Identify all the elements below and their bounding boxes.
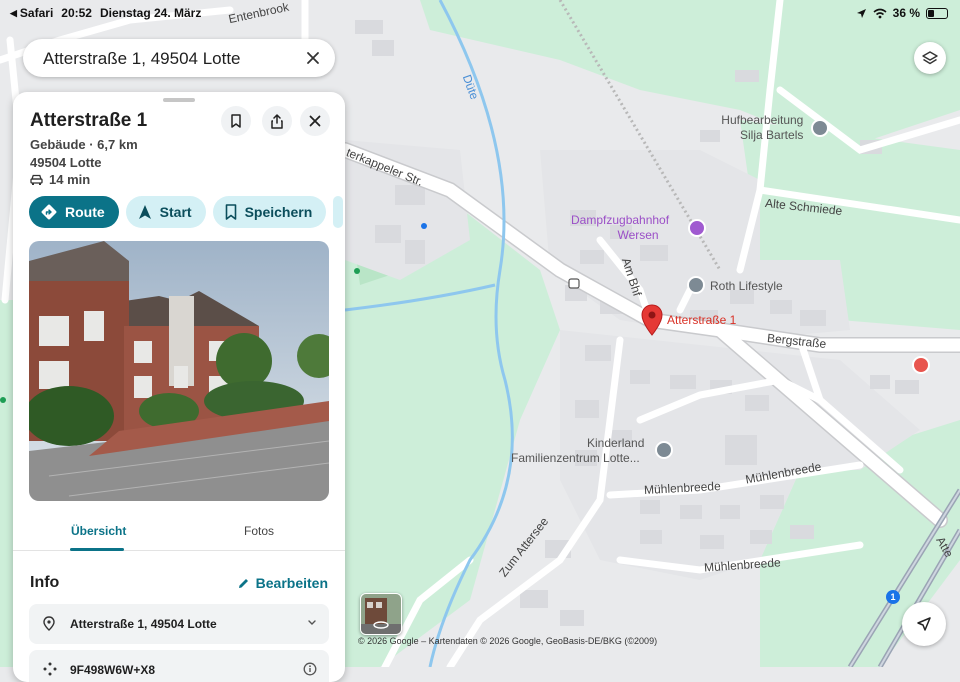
travel-time: 14 min	[30, 172, 90, 187]
school-icon[interactable]	[655, 441, 673, 459]
navigation-arrow-icon	[917, 617, 931, 631]
bookmark-button[interactable]	[221, 106, 251, 136]
save-button-label: Speichern	[244, 204, 313, 220]
start-button[interactable]: Start	[125, 196, 206, 228]
route-shield: 1	[886, 590, 900, 604]
back-to-app-link[interactable]: ◀ Safari	[10, 6, 53, 20]
poi-marker-icon[interactable]	[811, 119, 829, 137]
museum-icon[interactable]	[688, 219, 706, 237]
battery-percent: 36 %	[892, 6, 920, 20]
map-label-kinderland-line1: Kinderland	[587, 436, 645, 450]
info-icon	[303, 662, 317, 676]
plus-code-text: 9F498W6W+X8	[70, 663, 156, 677]
bookmark-icon	[225, 204, 236, 220]
directions-icon	[41, 204, 57, 220]
info-heading: Info	[30, 574, 60, 591]
tab-photos[interactable]: Fotos	[244, 524, 274, 538]
place-city: 49504 Lotte	[30, 155, 102, 170]
map-label-hufbearbeitung: Hufbearbeitung Silja Bartels	[712, 113, 803, 143]
close-icon	[307, 52, 319, 64]
map-label-kinderland: Kinderland Familienzentrum Lotte...	[511, 436, 644, 466]
status-time: 20:52	[61, 6, 92, 20]
layers-icon	[922, 51, 938, 65]
travel-time-value: 14 min	[49, 172, 91, 187]
hotel-icon[interactable]	[912, 356, 930, 374]
plus-code-row[interactable]: 9F498W6W+X8	[29, 650, 329, 682]
place-category-distance: Gebäude · 6,7 km	[30, 137, 138, 152]
car-icon	[30, 174, 43, 185]
tab-active-indicator	[70, 548, 124, 551]
search-clear-button[interactable]	[299, 44, 327, 72]
map-label-hufbearbeitung-line2: Silja Bartels	[740, 128, 804, 142]
my-location-button[interactable]	[902, 602, 946, 646]
map-attribution: © 2026 Google – Kartendaten © 2026 Googl…	[358, 636, 658, 646]
map-label-kinderland-line2: Familienzentrum Lotte...	[511, 451, 640, 465]
save-button[interactable]: Speichern	[212, 196, 327, 228]
store-icon[interactable]	[687, 276, 705, 294]
place-title: Atterstraße 1	[30, 110, 148, 131]
street-view-thumbnail[interactable]	[360, 593, 402, 635]
map-label-dampfzug-line1: Dampfzugbahnhof	[571, 213, 670, 227]
plus-code-icon	[43, 662, 57, 676]
place-panel: Atterstraße 1 Gebäude · 6,7 km 49504 Lot…	[13, 92, 345, 682]
back-arrow-icon: ◀	[10, 7, 17, 18]
route-button[interactable]: Route	[29, 196, 119, 228]
close-icon	[309, 115, 321, 127]
map-label-dampfzug-line2: Wersen	[617, 228, 659, 242]
edit-button[interactable]: Bearbeiten	[237, 575, 328, 591]
share-icon	[271, 113, 283, 129]
wifi-icon	[873, 8, 887, 18]
map-label-hufbearbeitung-line1: Hufbearbeitung	[721, 113, 804, 127]
drag-handle[interactable]	[163, 98, 195, 102]
edit-button-label: Bearbeiten	[255, 575, 328, 591]
location-services-icon	[856, 8, 866, 18]
battery-icon	[926, 7, 948, 19]
map-label-pin: Atterstraße 1	[667, 313, 737, 327]
status-bar: ◀ Safari 20:52 Dienstag 24. März 36 %	[0, 0, 960, 26]
status-app: Safari	[19, 6, 54, 20]
navigation-icon	[138, 205, 151, 219]
action-chips: Route Start Speichern	[29, 196, 344, 228]
bookmark-icon	[231, 114, 241, 128]
location-pin-outline-icon	[43, 616, 55, 631]
address-row[interactable]: Atterstraße 1, 49504 Lotte	[29, 604, 329, 644]
chevron-down-icon	[308, 620, 316, 625]
more-actions-chip[interactable]	[333, 196, 344, 228]
tab-overview[interactable]: Übersicht	[71, 524, 126, 538]
360-view-icon	[373, 621, 389, 629]
start-button-label: Start	[159, 204, 192, 220]
close-panel-button[interactable]	[300, 106, 330, 136]
tab-bar: Übersicht Fotos	[13, 512, 345, 551]
route-button-label: Route	[65, 204, 105, 220]
share-button[interactable]	[262, 106, 292, 136]
location-pin-icon[interactable]	[641, 304, 663, 336]
search-bar[interactable]: Atterstraße 1, 49504 Lotte	[23, 39, 335, 77]
map-label-dampfzugbahnhof: Dampfzugbahnhof Wersen	[571, 213, 669, 243]
map-label-roth: Roth Lifestyle	[710, 279, 783, 293]
status-date: Dienstag 24. März	[99, 6, 202, 20]
search-input[interactable]: Atterstraße 1, 49504 Lotte	[43, 49, 241, 69]
pencil-icon	[238, 578, 248, 588]
building-photo-image	[29, 241, 329, 501]
address-text: Atterstraße 1, 49504 Lotte	[70, 617, 217, 631]
place-photo[interactable]	[29, 241, 329, 501]
layers-button[interactable]	[914, 42, 946, 74]
